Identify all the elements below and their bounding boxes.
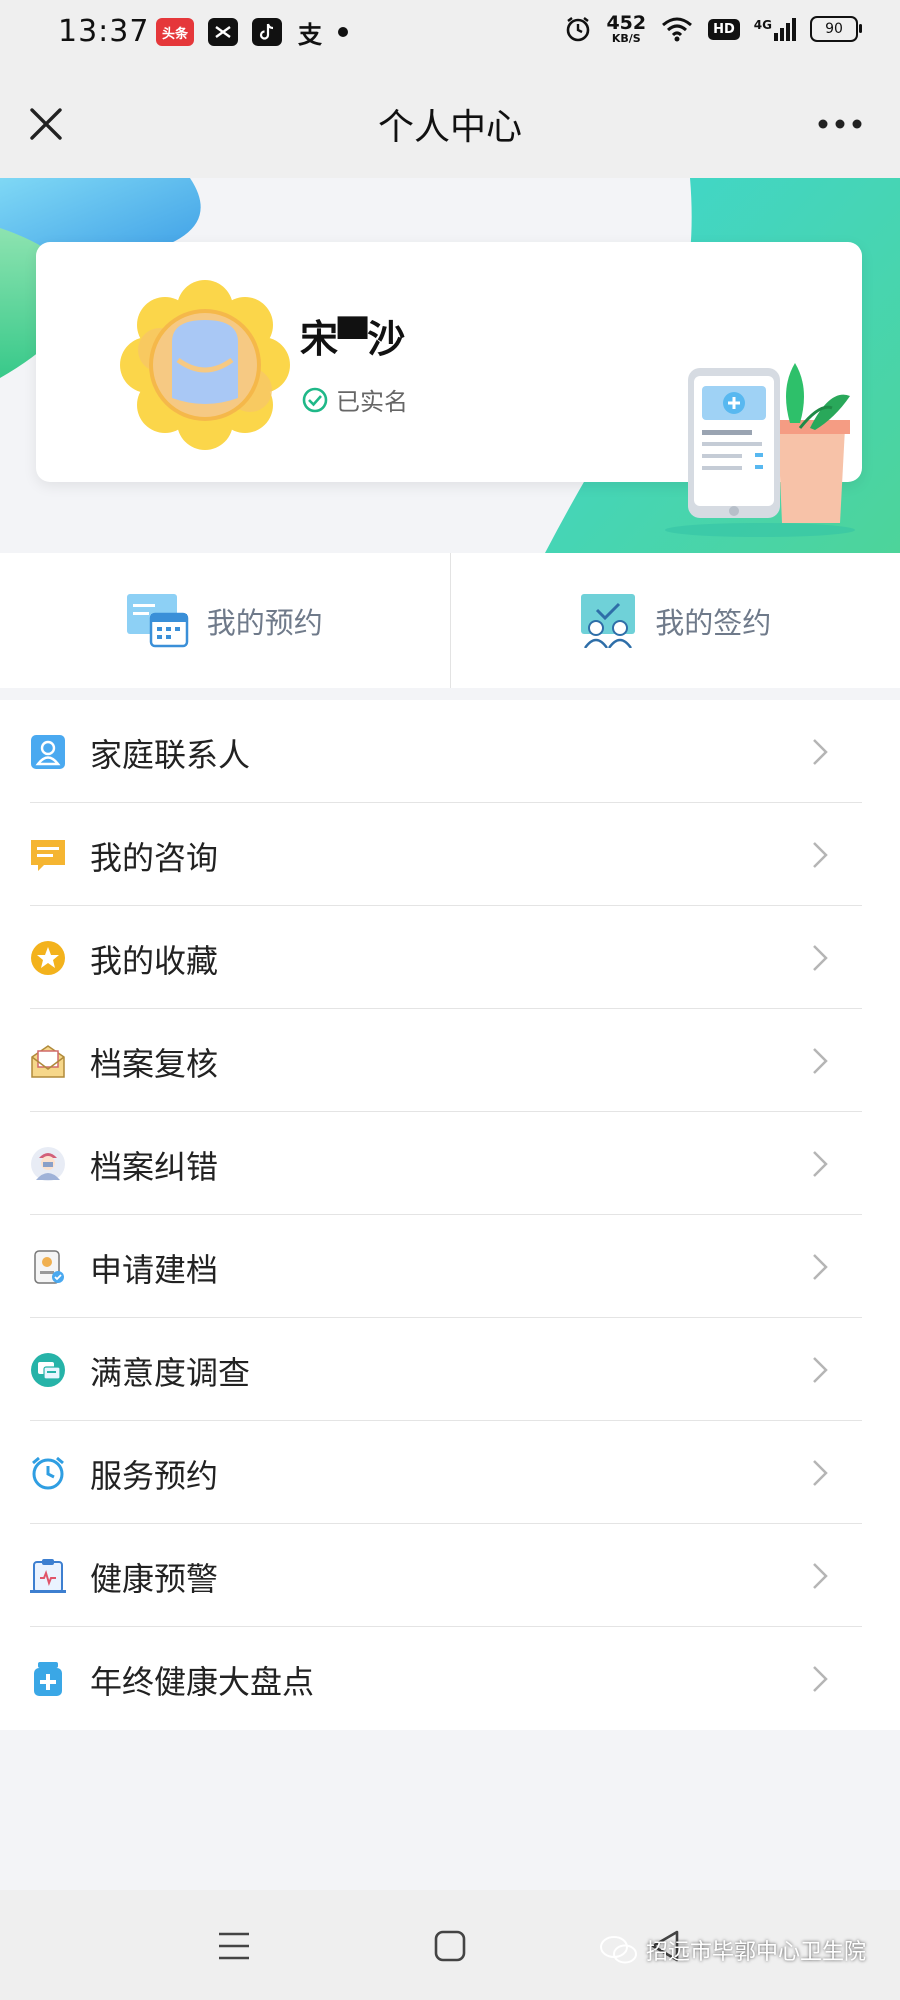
survey-icon	[31, 1353, 65, 1387]
menu-label: 我的咨询	[90, 839, 219, 877]
chevron-right-icon	[813, 739, 828, 765]
more-notifications-dot	[338, 27, 348, 37]
alipay-app-icon: 支	[298, 20, 322, 49]
menu-item-service-booking[interactable]: 服务预约	[0, 1421, 900, 1524]
chevron-right-icon	[813, 945, 828, 971]
menu-item-health-alert[interactable]: 健康预警	[0, 1524, 900, 1627]
menu-list: 家庭联系人 我的咨询 我的收藏 档案复核 档案纠错 申请建档 满意度调查 服务预…	[0, 700, 900, 1730]
alarm-icon	[32, 1456, 64, 1490]
chevron-right-icon	[813, 1563, 828, 1589]
battery-icon: 90	[810, 16, 862, 42]
wechat-icon	[600, 1936, 637, 1964]
chevron-right-icon	[813, 1151, 828, 1177]
chevron-right-icon	[813, 1048, 828, 1074]
notification-icons: 头条 支	[156, 18, 348, 49]
verified-label: 已实名	[336, 388, 408, 416]
my-appointments-button[interactable]: 我的预约	[0, 553, 450, 688]
wifi-icon	[662, 17, 693, 42]
menu-item-apply-record[interactable]: 申请建档	[0, 1215, 900, 1318]
menu-label: 满意度调查	[90, 1354, 251, 1392]
user-name: 宋▀沙	[300, 317, 406, 361]
contract-icon	[581, 593, 636, 648]
watermark-text: 招远市毕郭中心卫生院	[646, 1940, 867, 1965]
home-nav-button[interactable]	[430, 1926, 470, 1966]
user-avatar[interactable]	[120, 280, 290, 450]
status-right: 452 KB/S HD 4G 90	[564, 12, 862, 45]
more-options-button[interactable]	[810, 102, 870, 146]
wechat-watermark: 招远市毕郭中心卫生院	[600, 1934, 866, 1966]
menu-label: 健康预警	[90, 1560, 219, 1598]
chat-icon	[31, 840, 65, 871]
clipboard-icon	[30, 1559, 66, 1593]
signal-icon: 4G	[754, 17, 796, 41]
verified-status: 已实名	[302, 382, 408, 417]
menu-item-record-correction[interactable]: 档案纠错	[0, 1112, 900, 1215]
contact-icon	[31, 735, 65, 769]
status-bar: 13:37 头条 支 452 KB/S HD 4G 90	[0, 0, 900, 70]
profile-banner: 宋▀沙 已实名	[0, 178, 900, 553]
menu-label: 档案纠错	[90, 1148, 219, 1186]
tiktok-app-icon	[252, 18, 282, 46]
badge-icon	[34, 1250, 64, 1284]
square-icon	[434, 1930, 466, 1962]
menu-item-family-contacts[interactable]: 家庭联系人	[0, 700, 900, 803]
menu-item-record-review[interactable]: 档案复核	[0, 1009, 900, 1112]
chevron-right-icon	[813, 1666, 828, 1692]
quick-actions: 我的预约 我的签约	[0, 553, 900, 688]
page-title: 个人中心	[377, 107, 522, 148]
menu-label: 申请建档	[90, 1251, 219, 1289]
menu-item-my-favorites[interactable]: 我的收藏	[0, 906, 900, 1009]
system-nav-bar: 招远市毕郭中心卫生院	[0, 1890, 900, 2000]
chevron-right-icon	[813, 842, 828, 868]
menu-label: 服务预约	[90, 1457, 219, 1495]
menu-label: 家庭联系人	[90, 736, 251, 774]
my-contracts-button[interactable]: 我的签约	[451, 553, 900, 688]
menu-item-annual-health-review[interactable]: 年终健康大盘点	[0, 1627, 900, 1730]
envelope-icon	[31, 1045, 65, 1078]
alarm-status-icon	[567, 17, 590, 42]
menu-label: 年终健康大盘点	[90, 1663, 315, 1701]
chevron-right-icon	[813, 1460, 828, 1486]
phone-illustration-icon	[665, 363, 855, 537]
menu-label: 我的收藏	[90, 942, 219, 980]
title-bar: 个人中心	[0, 70, 900, 178]
toutiao-app-icon: 头条	[156, 18, 194, 46]
capcut-app-icon	[208, 18, 238, 46]
menu-item-satisfaction-survey[interactable]: 满意度调查	[0, 1318, 900, 1421]
check-circle-icon	[302, 387, 328, 412]
menu-nav-button[interactable]	[214, 1926, 254, 1966]
menu-label: 档案复核	[90, 1045, 219, 1083]
star-icon	[31, 941, 65, 975]
menu-item-my-consultations[interactable]: 我的咨询	[0, 803, 900, 906]
chevron-right-icon	[813, 1357, 828, 1383]
status-time: 13:37	[58, 14, 150, 49]
doctor-icon	[31, 1147, 65, 1181]
more-dots-icon	[818, 119, 862, 129]
medicine-icon	[34, 1662, 62, 1696]
my-appointments-label: 我的预约	[206, 605, 323, 640]
calendar-icon	[126, 593, 188, 647]
chevron-right-icon	[813, 1254, 828, 1280]
net-speed: 452 KB/S	[606, 12, 647, 45]
my-contracts-label: 我的签约	[655, 605, 772, 640]
hamburger-icon	[219, 1932, 249, 1960]
hd-badge: HD	[708, 18, 740, 40]
